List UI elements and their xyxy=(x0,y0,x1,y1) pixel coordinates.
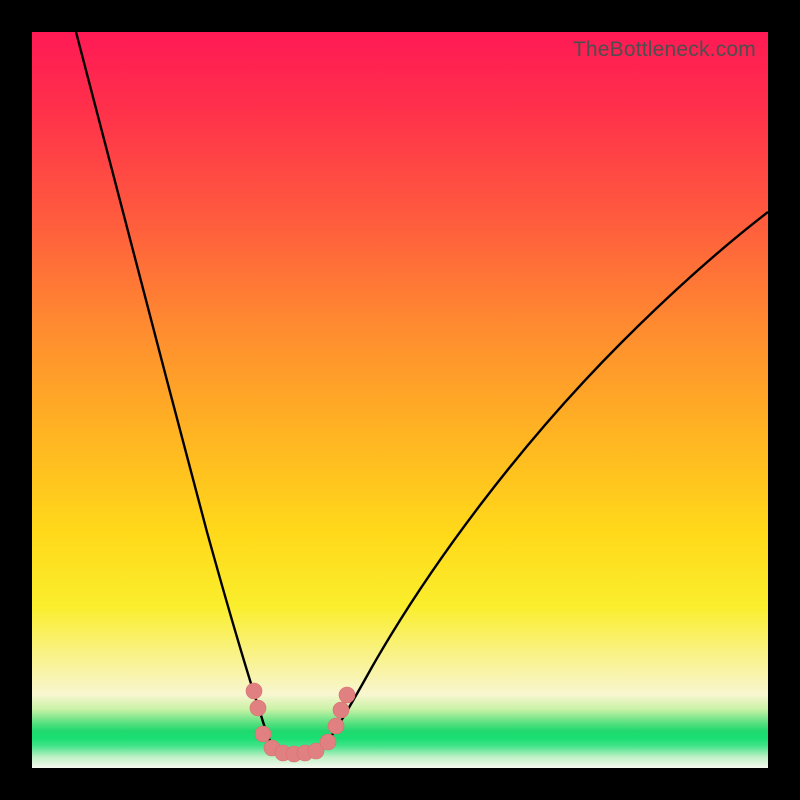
marker-dot xyxy=(246,683,262,699)
plot-area: TheBottleneck.com xyxy=(32,32,768,768)
marker-dot xyxy=(250,700,266,716)
chart-frame: TheBottleneck.com xyxy=(0,0,800,800)
curve-right-arm xyxy=(321,212,768,750)
marker-dot xyxy=(320,734,336,750)
marker-dot xyxy=(333,702,349,718)
marker-dot xyxy=(255,726,271,742)
curve-left-arm xyxy=(76,32,276,750)
marker-dot xyxy=(339,687,355,703)
bottleneck-curve xyxy=(32,32,768,768)
marker-dot xyxy=(328,718,344,734)
